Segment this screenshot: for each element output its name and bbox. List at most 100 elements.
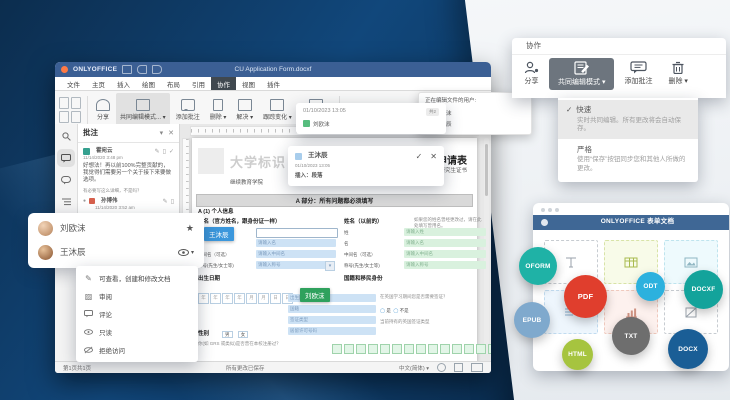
- permission-eye-dropdown[interactable]: ▾: [178, 249, 194, 256]
- comments-sort-icon[interactable]: ▾: [160, 129, 164, 137]
- field-input-nationality[interactable]: 国籍: [288, 305, 376, 313]
- coedit-option-fast[interactable]: ✓快速 实时共同编辑。所有更改将会自动保存。: [558, 100, 698, 139]
- popup-delete-button[interactable]: 删除 ▾: [662, 58, 693, 90]
- dob-box[interactable]: 月: [246, 293, 257, 304]
- collab-tab-label[interactable]: 协作: [526, 41, 541, 51]
- delete-comments-button[interactable]: 删除 ▾: [206, 93, 231, 127]
- field-input-prev-title[interactable]: 请输入称号: [404, 261, 486, 269]
- popup-share-button[interactable]: 分享: [518, 58, 545, 90]
- popup-add-comment-button[interactable]: 添加批注: [618, 58, 658, 90]
- tab-home[interactable]: 主页: [86, 77, 111, 90]
- comment-edit-icon[interactable]: ✎: [155, 148, 160, 155]
- add-comment-button[interactable]: 添加批注: [172, 93, 204, 127]
- menu-item-comment[interactable]: 评论: [76, 305, 198, 323]
- comments-close-icon[interactable]: ✕: [168, 129, 174, 137]
- share-user-row-1[interactable]: 刘欧沫 ★: [38, 221, 194, 236]
- redo-icon[interactable]: [152, 65, 162, 74]
- coedit-option-strict[interactable]: 严格 使用“保存”按钮同步您和其他人所做的更改。: [558, 139, 698, 181]
- track-changes-button[interactable]: 跟踪变化 ▾: [259, 93, 296, 127]
- onlyoffice-logo-icon: [61, 66, 68, 73]
- visa-radios[interactable]: ◯ 是 ◯ 不是: [380, 308, 409, 314]
- tab-draw[interactable]: 绘图: [136, 77, 161, 90]
- tab-references[interactable]: 引用: [186, 77, 211, 90]
- radio-no-label[interactable]: 不是: [400, 308, 409, 313]
- visa-note: 当前持有的英国签证类型: [380, 319, 482, 325]
- popup-add-comment-label: 添加批注: [624, 76, 652, 86]
- dob-box[interactable]: 年: [234, 293, 245, 304]
- resolve-button[interactable]: 解决 ▾: [232, 93, 257, 127]
- accept-change-icon[interactable]: ✓: [416, 152, 423, 161]
- popup-coedit-button[interactable]: 共同编辑模式 ▾: [549, 58, 614, 90]
- menu-item-full-access[interactable]: ✎ 可查看，创建和修改文档: [76, 269, 198, 287]
- cut-icon[interactable]: [71, 97, 81, 109]
- field-input-permit[interactable]: 居留许可号码: [288, 327, 376, 335]
- green-box-row[interactable]: [332, 341, 491, 359]
- coedit-mode-button[interactable]: 共同编辑模式... ▾: [116, 93, 170, 127]
- field-input-prev-surname[interactable]: 请输入姓: [404, 228, 486, 236]
- dob-box[interactable]: 年: [198, 293, 209, 304]
- window-titlebar[interactable]: ONLYOFFICE CU Application Form.docxf: [55, 62, 491, 77]
- share-button[interactable]: 分享: [92, 93, 114, 127]
- format-circle-oform: OFORM: [519, 247, 557, 285]
- radio-yes-label[interactable]: 是: [386, 308, 391, 313]
- gender-label: 性别: [198, 331, 209, 338]
- field-input-visa-type[interactable]: 签证类型: [288, 316, 376, 324]
- reply-edit-icon[interactable]: ✎: [163, 198, 168, 205]
- track-change-tooltip: 王沐辰 ✓ ✕ 01/10/2023 13:05 插入：段落: [288, 146, 444, 186]
- dob-box[interactable]: 年: [210, 293, 221, 304]
- search-icon[interactable]: [60, 130, 72, 142]
- field-input-prev-middlename[interactable]: 请输入中间名: [404, 250, 486, 258]
- copystyle-icon[interactable]: [71, 111, 81, 123]
- spellcheck-icon[interactable]: [437, 363, 446, 372]
- menu-item-label: 可查看，创建和修改文档: [99, 273, 171, 283]
- scrollbar-thumb[interactable]: [485, 144, 488, 196]
- tab-layout[interactable]: 布局: [161, 77, 186, 90]
- comments-panel-icon[interactable]: [60, 152, 72, 164]
- field-input-givenname[interactable]: 请输入名: [256, 239, 336, 247]
- coedit-mode-dropdown: ✓快速 实时共同编辑。所有更改将会自动保存。 严格 使用“保存”按钮同步您和其他…: [558, 98, 698, 182]
- resolve-label: 解决 ▾: [236, 112, 253, 121]
- tab-collaboration[interactable]: 协作: [211, 77, 236, 90]
- save-icon[interactable]: [122, 65, 132, 74]
- track-user-color: [295, 153, 302, 160]
- reject-change-icon[interactable]: ✕: [430, 152, 437, 161]
- document-title: CU Application Form.docxf: [55, 66, 491, 73]
- field-input-prev-givenname[interactable]: 请输入名: [404, 239, 486, 247]
- menu-item-review[interactable]: ▨ 审阅: [76, 287, 198, 305]
- gender-options[interactable]: 男 女: [222, 332, 248, 338]
- fit-page-icon[interactable]: [454, 363, 463, 372]
- menu-item-readonly[interactable]: 只读: [76, 323, 198, 341]
- reply-delete-icon[interactable]: ▯: [171, 198, 174, 205]
- dob-box[interactable]: 年: [222, 293, 233, 304]
- coedit-icon: [136, 99, 150, 111]
- comment-resolve-icon[interactable]: ✓: [169, 148, 174, 155]
- paste-icon[interactable]: [59, 97, 69, 109]
- check-icon: ✓: [566, 105, 572, 114]
- comments-title: 批注: [83, 128, 98, 138]
- tab-file[interactable]: 文件: [61, 77, 86, 90]
- menu-item-deny[interactable]: 拒绝访问: [76, 341, 198, 359]
- comment-delete-icon[interactable]: ▯: [163, 148, 166, 155]
- field-input-title[interactable]: 请输入称号: [256, 261, 328, 269]
- field-input-middlename[interactable]: 请输入中间名: [256, 250, 336, 258]
- title-dropdown-caret[interactable]: ▾: [325, 261, 335, 271]
- dob-box[interactable]: 月: [258, 293, 269, 304]
- share-user-row-2[interactable]: 王沐辰 ▾: [38, 245, 194, 260]
- copy-icon[interactable]: [59, 111, 69, 123]
- zoom-controls-icon[interactable]: [471, 363, 483, 372]
- comment-thread[interactable]: 霍宛云 ✎ ▯ ✓ 11/14/2020 3:48 pm 好想法！再以前100%…: [78, 143, 179, 211]
- chat-icon[interactable]: [60, 174, 72, 186]
- comment-question: 有必要写这么详细，不是吗？: [83, 188, 174, 194]
- share-user-1-name: 刘欧沫: [60, 223, 86, 234]
- tab-plugins[interactable]: 插件: [261, 77, 286, 90]
- field-input-surname[interactable]: [256, 228, 338, 238]
- dob-boxes[interactable]: 年年年年月月日日: [198, 286, 294, 304]
- male-checkbox[interactable]: 男: [222, 331, 233, 338]
- navigation-icon[interactable]: [60, 196, 72, 208]
- language-selector[interactable]: 中文(简体) ▾: [399, 364, 429, 372]
- female-checkbox[interactable]: 女: [238, 331, 249, 338]
- tab-view[interactable]: 视图: [236, 77, 261, 90]
- undo-icon[interactable]: [137, 65, 147, 74]
- tab-insert[interactable]: 插入: [111, 77, 136, 90]
- dob-box[interactable]: 日: [270, 293, 281, 304]
